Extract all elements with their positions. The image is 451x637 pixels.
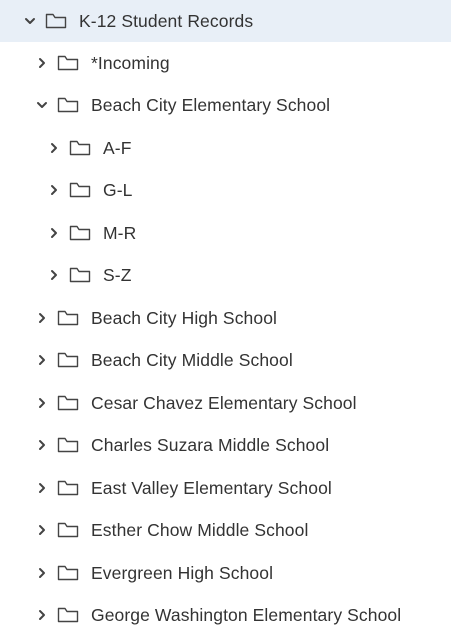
tree-node-label: Cesar Chavez Elementary School bbox=[91, 392, 357, 413]
tree-node-k12-student-records[interactable]: K-12 Student Records bbox=[0, 0, 451, 42]
folder-icon bbox=[69, 139, 91, 157]
chevron-right-icon[interactable] bbox=[36, 439, 48, 451]
folder-icon bbox=[57, 479, 79, 497]
tree-node-east-valley-elementary-school[interactable]: East Valley Elementary School bbox=[0, 467, 451, 509]
tree-node-label: Charles Suzara Middle School bbox=[91, 434, 330, 455]
chevron-right-icon[interactable] bbox=[36, 482, 48, 494]
folder-icon bbox=[57, 309, 79, 327]
chevron-right-icon[interactable] bbox=[48, 184, 60, 196]
folder-icon bbox=[57, 564, 79, 582]
chevron-right-icon[interactable] bbox=[36, 524, 48, 536]
chevron-right-icon[interactable] bbox=[48, 269, 60, 281]
tree-node-label: George Washington Elementary School bbox=[91, 604, 402, 625]
chevron-right-icon[interactable] bbox=[36, 397, 48, 409]
tree-node-label: A-F bbox=[103, 137, 132, 158]
folder-tree: K-12 Student Records *Incoming Beach Cit… bbox=[0, 0, 451, 637]
tree-node-label: *Incoming bbox=[91, 52, 170, 73]
tree-node-s-z[interactable]: S-Z bbox=[0, 254, 451, 296]
chevron-right-icon[interactable] bbox=[36, 312, 48, 324]
folder-icon bbox=[57, 436, 79, 454]
tree-node-label: M-R bbox=[103, 222, 137, 243]
tree-node-label: S-Z bbox=[103, 264, 132, 285]
tree-node-george-washington-elementary-school[interactable]: George Washington Elementary School bbox=[0, 594, 451, 636]
tree-node-beach-city-middle-school[interactable]: Beach City Middle School bbox=[0, 339, 451, 381]
folder-icon bbox=[69, 266, 91, 284]
folder-icon bbox=[69, 224, 91, 242]
folder-icon bbox=[57, 351, 79, 369]
tree-node-m-r[interactable]: M-R bbox=[0, 212, 451, 254]
tree-node-beach-city-elementary-school[interactable]: Beach City Elementary School bbox=[0, 84, 451, 126]
tree-node-label: Evergreen High School bbox=[91, 562, 274, 583]
tree-node-esther-chow-middle-school[interactable]: Esther Chow Middle School bbox=[0, 509, 451, 551]
tree-node-evergreen-high-school[interactable]: Evergreen High School bbox=[0, 552, 451, 594]
tree-node-label: Beach City Elementary School bbox=[91, 94, 331, 115]
chevron-right-icon[interactable] bbox=[36, 57, 48, 69]
tree-node-g-l[interactable]: G-L bbox=[0, 169, 451, 211]
tree-node-charles-suzara-middle-school[interactable]: Charles Suzara Middle School bbox=[0, 424, 451, 466]
folder-icon bbox=[57, 606, 79, 624]
tree-node-beach-city-high-school[interactable]: Beach City High School bbox=[0, 297, 451, 339]
tree-node-label: Esther Chow Middle School bbox=[91, 519, 309, 540]
tree-node-incoming[interactable]: *Incoming bbox=[0, 42, 451, 84]
tree-node-label: Beach City Middle School bbox=[91, 349, 293, 370]
folder-icon bbox=[57, 96, 79, 114]
chevron-down-icon[interactable] bbox=[36, 99, 48, 111]
chevron-right-icon[interactable] bbox=[48, 227, 60, 239]
folder-icon bbox=[57, 394, 79, 412]
folder-icon bbox=[69, 181, 91, 199]
tree-node-label: Beach City High School bbox=[91, 307, 278, 328]
chevron-right-icon[interactable] bbox=[36, 354, 48, 366]
tree-node-a-f[interactable]: A-F bbox=[0, 127, 451, 169]
folder-icon bbox=[45, 12, 67, 30]
chevron-right-icon[interactable] bbox=[36, 567, 48, 579]
chevron-down-icon[interactable] bbox=[24, 15, 36, 27]
chevron-right-icon[interactable] bbox=[36, 609, 48, 621]
tree-node-label: K-12 Student Records bbox=[79, 10, 254, 31]
folder-icon bbox=[57, 54, 79, 72]
folder-icon bbox=[57, 521, 79, 539]
tree-node-cesar-chavez-elementary-school[interactable]: Cesar Chavez Elementary School bbox=[0, 382, 451, 424]
tree-node-label: East Valley Elementary School bbox=[91, 477, 332, 498]
chevron-right-icon[interactable] bbox=[48, 142, 60, 154]
tree-node-label: G-L bbox=[103, 179, 133, 200]
